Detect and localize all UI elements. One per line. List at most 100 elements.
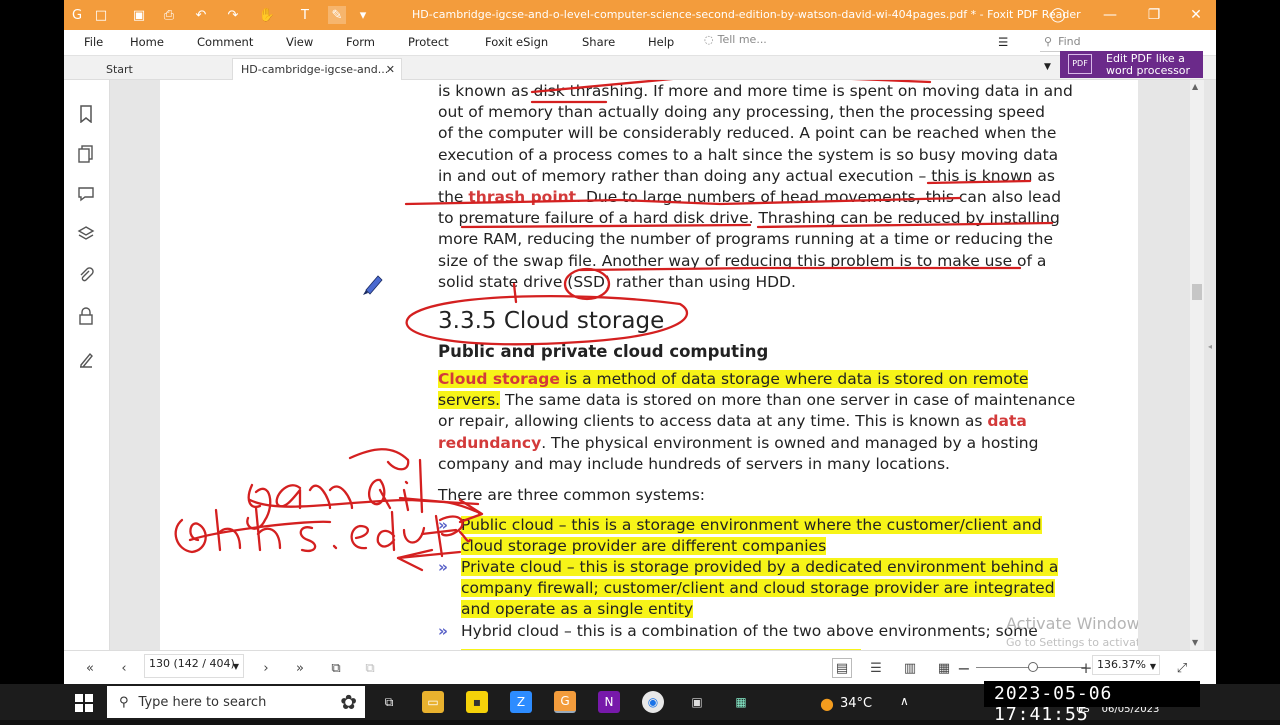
foxit-taskbar-icon[interactable]: G bbox=[554, 691, 576, 713]
find-input[interactable]: ⚲ Find bbox=[1040, 32, 1150, 52]
layers-icon[interactable] bbox=[75, 223, 97, 245]
panel-collapse-icon[interactable]: ◂ bbox=[1208, 342, 1212, 351]
file-explorer-icon[interactable]: ▭ bbox=[422, 691, 444, 713]
foxit-window: G □ ▣ ⎙ ↶ ↷ ✋ T ✎ ▾ HD-cambridge-igcse-a… bbox=[64, 0, 1216, 684]
pencil-icon[interactable]: ✎ bbox=[328, 6, 346, 24]
app-icon[interactable]: ▦ bbox=[730, 691, 752, 713]
ink-letter bbox=[348, 448, 410, 471]
account-icon[interactable]: ◯ bbox=[1046, 5, 1070, 25]
ink-letter bbox=[376, 510, 396, 552]
zoom-slider-knob[interactable] bbox=[1028, 662, 1038, 672]
ink-letter bbox=[308, 484, 354, 510]
vertical-scrollbar[interactable]: ▲ ▼ bbox=[1190, 80, 1204, 650]
onenote-icon[interactable]: N bbox=[598, 691, 620, 713]
ribbon-options-icon[interactable]: ☰ bbox=[998, 35, 1008, 49]
text-line: or repair, allowing clients to access da… bbox=[438, 411, 1075, 432]
save-icon[interactable]: ▣ bbox=[130, 6, 148, 24]
keyword-cloud-storage: Cloud storage bbox=[438, 370, 560, 388]
first-page-icon[interactable]: « bbox=[80, 658, 100, 678]
scroll-thumb[interactable] bbox=[1192, 284, 1202, 300]
search-icon: ⚲ bbox=[1044, 35, 1053, 48]
tab-list-chevron-icon[interactable]: ▼ bbox=[1044, 62, 1051, 72]
previous-view-icon[interactable]: ⧉ bbox=[326, 658, 346, 678]
close-icon[interactable]: ✕ bbox=[1184, 5, 1208, 25]
undo-icon[interactable]: ↶ bbox=[192, 6, 210, 24]
redo-icon[interactable]: ↷ bbox=[224, 6, 242, 24]
menu-foxit-esign[interactable]: Foxit eSign bbox=[485, 35, 548, 49]
menu-file[interactable]: File bbox=[84, 35, 103, 49]
single-page-icon[interactable]: ▤ bbox=[832, 658, 852, 678]
print-icon[interactable]: ⎙ bbox=[160, 6, 178, 24]
signature-icon[interactable] bbox=[75, 348, 97, 370]
menu-share[interactable]: Share bbox=[582, 35, 615, 49]
text-line: of the computer will be considerably red… bbox=[438, 124, 1057, 143]
next-page-icon[interactable]: › bbox=[256, 658, 276, 678]
bullet-text: cloud storage provider are different com… bbox=[461, 537, 827, 556]
bullet-chevron-icon: » bbox=[438, 558, 449, 576]
ink-letter bbox=[332, 544, 338, 550]
taskbar-search[interactable]: ⚲ Type here to search ✿ bbox=[107, 686, 365, 718]
bullet-text: Hybrid cloud – this is a combination of … bbox=[461, 622, 1038, 640]
menu-form[interactable]: Form bbox=[346, 35, 375, 49]
menu-comment[interactable]: Comment bbox=[197, 35, 253, 49]
page-number-field[interactable]: 130 (142 / 404) ▼ bbox=[144, 654, 244, 678]
ink-arrowhead bbox=[396, 548, 434, 572]
fullscreen-icon[interactable]: ⤢ bbox=[1172, 658, 1192, 678]
hand-tool-icon[interactable]: ✋ bbox=[258, 6, 276, 24]
weather-widget[interactable]: ● 34°C bbox=[820, 694, 872, 713]
text-line: solid state drive (SSD) rather than usin… bbox=[438, 272, 796, 291]
left-letterbox bbox=[0, 0, 64, 684]
document-viewer[interactable]: is known as disk thrashing. If more and … bbox=[110, 80, 1216, 650]
continuous-icon[interactable]: ☰ bbox=[866, 658, 886, 678]
zoom-dropdown-icon[interactable]: ▼ bbox=[1150, 662, 1156, 671]
typewriter-icon[interactable]: T bbox=[296, 6, 314, 24]
scroll-down-icon[interactable]: ▼ bbox=[1192, 638, 1198, 647]
prev-page-icon[interactable]: ‹ bbox=[114, 658, 134, 678]
keyword-redundancy: redundancy bbox=[438, 433, 542, 452]
security-lock-icon[interactable] bbox=[75, 305, 97, 327]
task-view-icon[interactable]: ⧉ bbox=[378, 691, 400, 713]
close-tab-icon[interactable]: ✕ bbox=[386, 63, 395, 76]
bullet-chevron-icon: » bbox=[438, 516, 449, 534]
restore-icon[interactable]: ❐ bbox=[1142, 5, 1166, 25]
scroll-up-icon[interactable]: ▲ bbox=[1192, 82, 1198, 91]
zoom-out-icon[interactable]: − bbox=[954, 658, 974, 678]
tab-document[interactable]: HD-cambridge-igcse-and... ✕ bbox=[232, 58, 402, 80]
pages-icon[interactable] bbox=[75, 143, 97, 165]
recording-timestamp-overlay: 2023-05-06 17:41:55 bbox=[984, 681, 1200, 725]
attachment-icon[interactable] bbox=[75, 264, 97, 286]
bookmark-icon[interactable] bbox=[75, 103, 97, 125]
text-line: execution of a process comes to a halt s… bbox=[438, 145, 1059, 164]
continuous-facing-icon[interactable]: ▦ bbox=[934, 658, 954, 678]
menu-protect[interactable]: Protect bbox=[408, 35, 449, 49]
ink-stroke bbox=[247, 483, 262, 509]
page-dropdown-icon[interactable]: ▼ bbox=[233, 662, 239, 671]
tray-chevron-icon[interactable]: ∧ bbox=[900, 694, 909, 708]
tell-me-box[interactable]: ◌ Tell me... bbox=[704, 33, 767, 46]
menu-help[interactable]: Help bbox=[648, 35, 674, 49]
sun-icon: ● bbox=[820, 694, 834, 713]
open-icon[interactable]: □ bbox=[92, 6, 110, 24]
bullet-chevron-icon: » bbox=[438, 622, 449, 640]
sticky-notes-icon[interactable]: ▪ bbox=[466, 691, 488, 713]
chrome-icon[interactable]: ◉ bbox=[642, 691, 664, 713]
customize-icon[interactable]: ▾ bbox=[354, 6, 372, 24]
windows-start-icon[interactable] bbox=[75, 694, 93, 712]
menu-home[interactable]: Home bbox=[130, 35, 164, 49]
menu-view[interactable]: View bbox=[286, 35, 313, 49]
zoom-app-icon[interactable]: Z bbox=[510, 691, 532, 713]
facing-icon[interactable]: ▥ bbox=[900, 658, 920, 678]
text-line: company and may include hundreds of serv… bbox=[438, 454, 950, 473]
app-icon[interactable]: ▣ bbox=[686, 691, 708, 713]
systems-intro: There are three common systems: bbox=[438, 486, 706, 504]
last-page-icon[interactable]: » bbox=[290, 658, 310, 678]
tab-start[interactable]: Start bbox=[98, 58, 228, 80]
minimize-icon[interactable]: — bbox=[1098, 5, 1122, 25]
comments-icon[interactable] bbox=[75, 183, 97, 205]
zoom-percentage[interactable]: 136.37% ▼ bbox=[1092, 655, 1160, 675]
ink-letter bbox=[367, 478, 392, 510]
next-view-icon[interactable]: ⧉ bbox=[360, 658, 380, 678]
ink-letter bbox=[350, 524, 369, 550]
right-letterbox bbox=[1216, 0, 1280, 684]
edit-pdf-promo-button[interactable]: PDF Edit PDF like a word processor bbox=[1060, 51, 1203, 78]
